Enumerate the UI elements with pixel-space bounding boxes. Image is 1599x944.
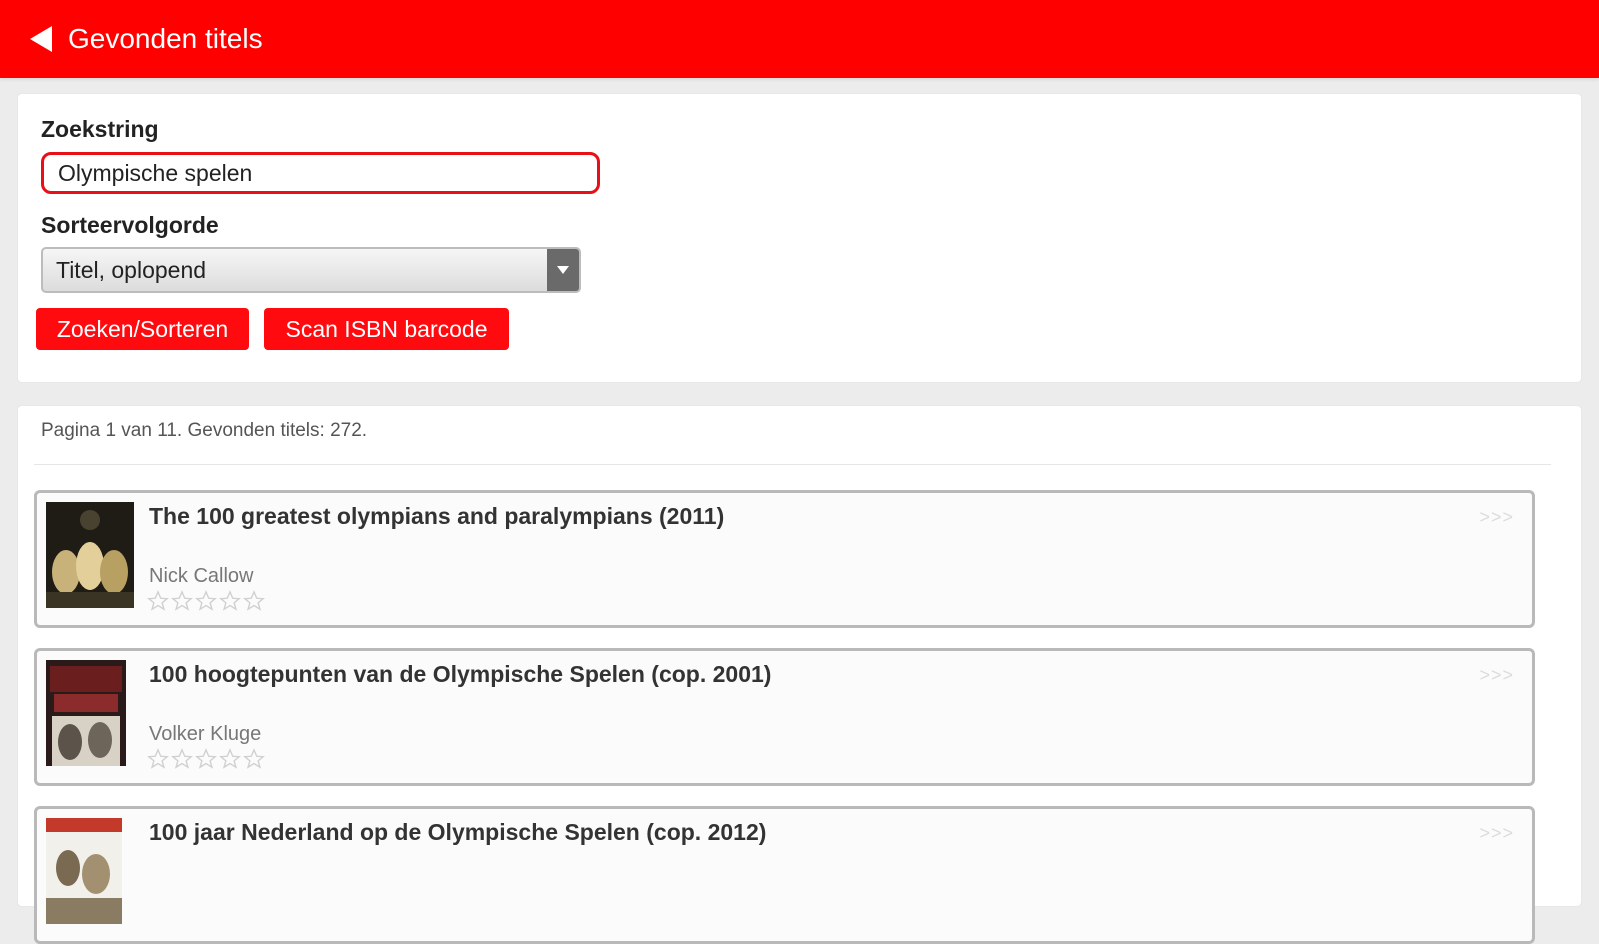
star-icon	[243, 590, 265, 611]
star-icon	[243, 748, 265, 769]
star-icon	[147, 590, 169, 611]
star-rating	[147, 748, 265, 770]
star-icon	[171, 748, 193, 769]
star-rating	[147, 590, 265, 612]
star-icon	[195, 590, 217, 611]
star-icon	[195, 748, 217, 769]
result-title: 100 hoogtepunten van de Olympische Spele…	[149, 661, 772, 687]
sort-order-select[interactable]: Titel, oplopend	[41, 247, 581, 293]
results-summary: Pagina 1 van 11. Gevonden titels: 272.	[41, 420, 368, 441]
top-bar: Gevonden titels	[0, 0, 1599, 78]
star-icon	[219, 590, 241, 611]
more-link[interactable]: >>>	[1479, 823, 1514, 844]
back-arrow-icon	[30, 26, 52, 52]
book-cover-image	[46, 660, 134, 766]
sort-order-value: Titel, oplopend	[56, 256, 207, 283]
result-item[interactable]: 100 jaar Nederland op de Olympische Spel…	[34, 806, 1535, 944]
page-title: Gevonden titels	[68, 23, 263, 54]
scan-isbn-button[interactable]: Scan ISBN barcode	[264, 308, 509, 350]
star-icon	[147, 748, 169, 769]
star-icon	[171, 590, 193, 611]
back-button[interactable]	[18, 16, 64, 62]
sort-label: Sorteervolgorde	[41, 212, 219, 238]
results-panel: Pagina 1 van 11. Gevonden titels: 272. T…	[18, 406, 1581, 944]
search-panel: Zoekstring Sorteervolgorde Titel, oplope…	[18, 94, 1581, 382]
result-author: Nick Callow	[149, 565, 254, 587]
more-link[interactable]: >>>	[1479, 665, 1514, 686]
query-label: Zoekstring	[41, 116, 159, 142]
divider	[34, 464, 1551, 465]
result-item[interactable]: 100 hoogtepunten van de Olympische Spele…	[34, 648, 1535, 786]
search-sort-button[interactable]: Zoeken/Sorteren	[36, 308, 249, 350]
result-item[interactable]: The 100 greatest olympians and paralympi…	[34, 490, 1535, 628]
book-cover-image	[46, 818, 134, 924]
star-icon	[219, 748, 241, 769]
result-title: The 100 greatest olympians and paralympi…	[149, 503, 725, 529]
search-input[interactable]	[41, 152, 600, 194]
dropdown-arrow-icon	[547, 249, 579, 291]
more-link[interactable]: >>>	[1479, 507, 1514, 528]
result-title: 100 jaar Nederland op de Olympische Spel…	[149, 819, 767, 845]
book-cover-image	[46, 502, 134, 608]
result-author: Volker Kluge	[149, 723, 262, 745]
